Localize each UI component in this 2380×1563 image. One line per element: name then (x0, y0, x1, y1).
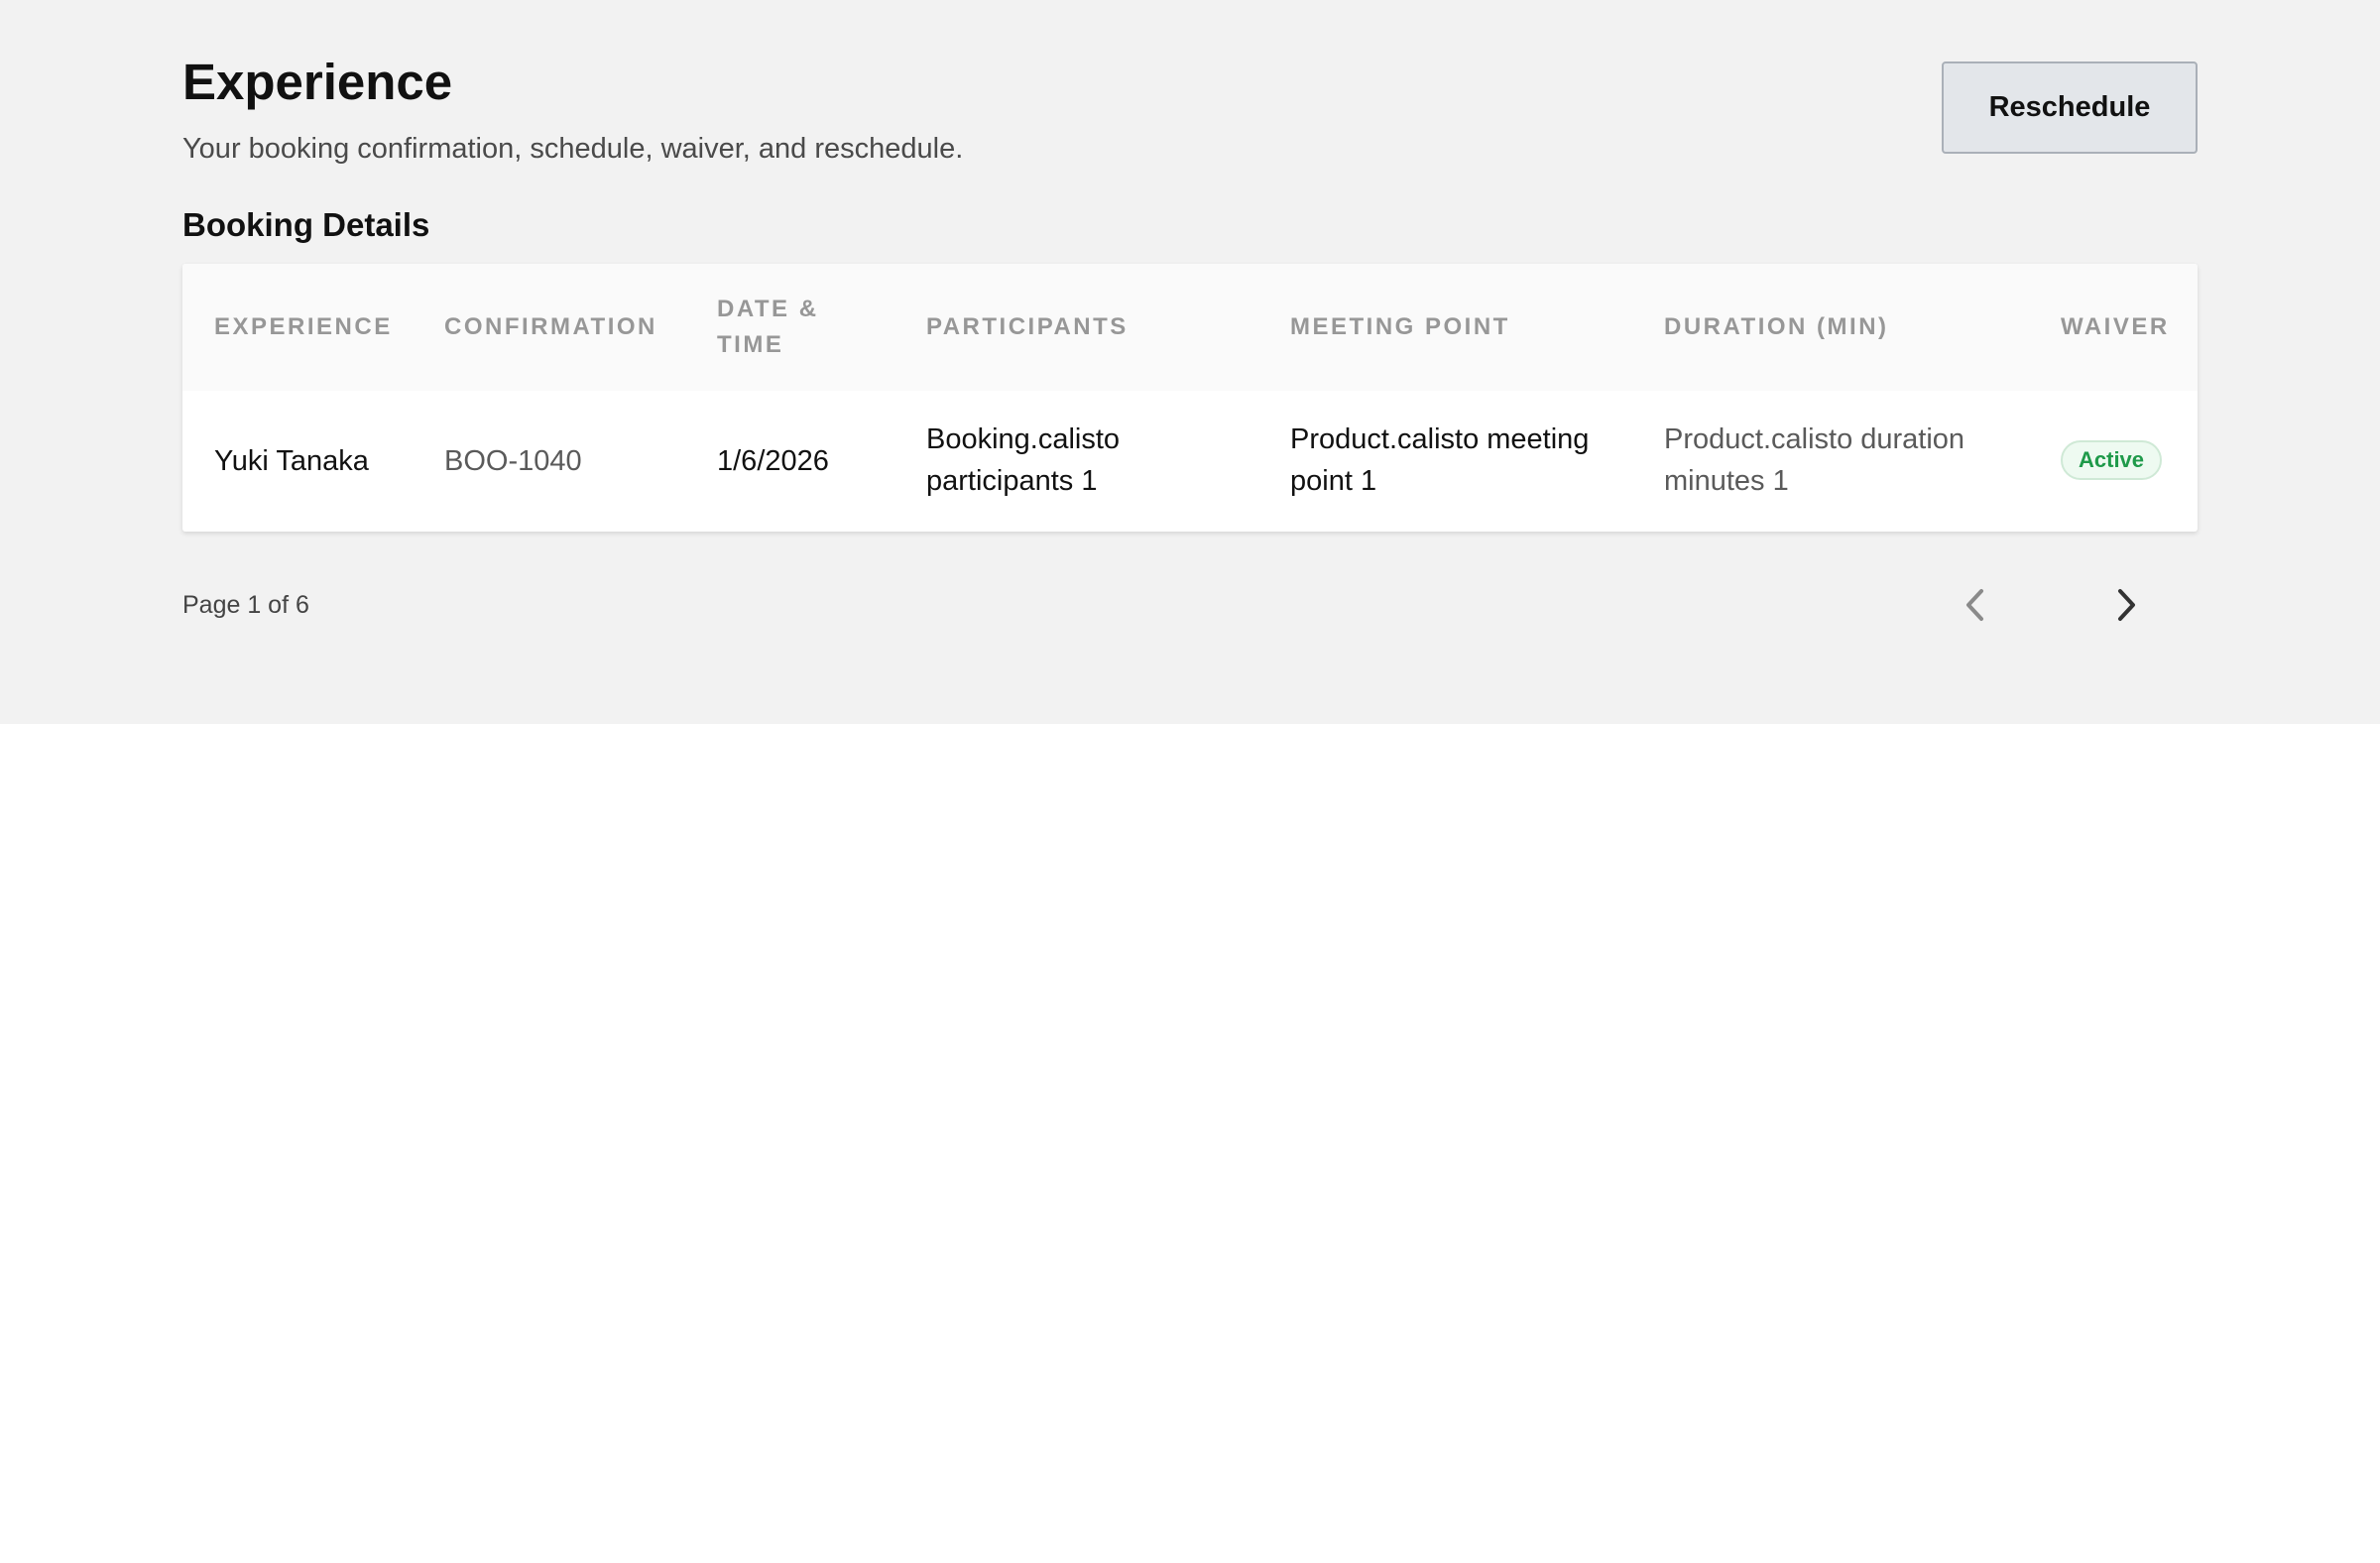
table-header: EXPERIENCE CONFIRMATION DATE & TIME PART… (182, 264, 2198, 391)
cell-confirmation: BOO-1040 (444, 445, 582, 477)
cell-experience: Yuki Tanaka (214, 445, 369, 477)
column-header-date-time: DATE & TIME (717, 296, 819, 358)
column-header-duration: DURATION (MIN) (1664, 313, 1889, 340)
section-title-booking-details: Booking Details (182, 206, 430, 243)
next-page-button[interactable] (2096, 577, 2156, 633)
page-subtitle: Your booking confirmation, schedule, wai… (182, 133, 964, 165)
column-header-waiver: WAIVER (2061, 313, 2170, 340)
column-header-confirmation: CONFIRMATION (444, 313, 657, 340)
column-header-participants: PARTICIPANTS (926, 313, 1129, 340)
cell-duration: Product.calisto duration minutes 1 (1664, 423, 1965, 497)
cell-meeting-point: Product.calisto meeting point 1 (1290, 423, 1590, 497)
pagination-label: Page 1 of 6 (182, 591, 309, 619)
reschedule-button[interactable]: Reschedule (1942, 61, 2198, 154)
chevron-left-icon (1966, 589, 1983, 621)
cell-date-time: 1/6/2026 (717, 445, 829, 477)
waiver-status-badge: Active (2061, 440, 2163, 480)
chevron-right-icon (2118, 589, 2135, 621)
booking-table: EXPERIENCE CONFIRMATION DATE & TIME PART… (182, 264, 2198, 532)
content-area: Experience Your booking confirmation, sc… (0, 0, 2380, 724)
column-header-meeting-point: MEETING POINT (1290, 313, 1510, 340)
previous-page-button[interactable] (1946, 577, 2005, 633)
cell-participants: Booking.calisto participants 1 (926, 423, 1121, 497)
page-title: Experience (182, 54, 453, 110)
column-header-experience: EXPERIENCE (214, 313, 393, 340)
